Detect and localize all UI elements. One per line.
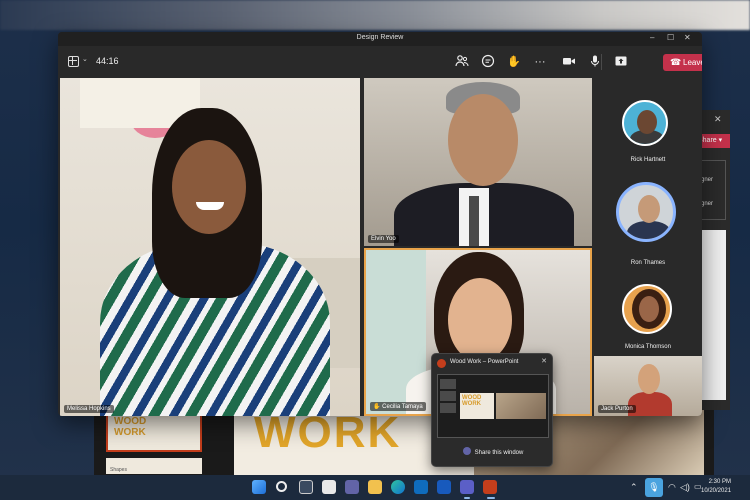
clock[interactable]: 2:30 PM 10/20/2021 <box>701 478 731 496</box>
minimize-icon[interactable]: – <box>650 33 654 42</box>
phone-icon: ☎ <box>670 57 682 67</box>
video-tile-jack[interactable]: Jack Purton <box>594 356 702 416</box>
avatar[interactable] <box>622 284 672 334</box>
window-title: Design Review <box>356 34 404 41</box>
avatar-body <box>627 221 671 239</box>
avatar[interactable] <box>622 100 668 146</box>
meeting-timer: 44:16 <box>96 56 119 66</box>
share-this-window-button[interactable]: Share this window <box>437 444 549 462</box>
taskbar-preview-popup: Wood Work – PowerPoint ✕ WOOD WORK Share… <box>431 353 553 467</box>
close-icon[interactable]: ✕ <box>541 357 547 365</box>
meeting-toolbar: ⌄ 44:16 ✋ ··· ☎ Leave <box>58 46 702 78</box>
avatar-face <box>638 195 660 223</box>
window-thumbnail[interactable]: WOOD WORK <box>437 374 549 438</box>
camera-icon[interactable] <box>561 54 577 70</box>
close-window-icon[interactable]: ✕ <box>684 33 691 42</box>
share-label: Share this window <box>474 450 524 456</box>
widgets-icon[interactable] <box>322 480 336 494</box>
grid-icon[interactable] <box>68 56 79 67</box>
edge-icon[interactable] <box>391 480 405 494</box>
thumb-slide <box>440 379 456 389</box>
participant-name: Rick Hartnett <box>630 157 666 163</box>
clock-date: 10/20/2021 <box>701 488 732 494</box>
slide-thumbnail-2[interactable]: Shapes <box>106 458 202 474</box>
teams-icon[interactable] <box>460 480 474 494</box>
task-view-icon[interactable] <box>299 480 313 494</box>
person-face <box>172 140 246 234</box>
outlook-icon[interactable] <box>414 480 428 494</box>
chat-icon[interactable] <box>480 54 496 70</box>
participant-name-badge: ✋ Cecilia Tamaya <box>370 402 426 411</box>
smile <box>196 202 224 210</box>
participant-name: Monica Thomson <box>625 344 671 350</box>
mic-icon[interactable] <box>587 54 603 70</box>
clock-time: 2:30 PM <box>708 479 732 485</box>
word-icon[interactable] <box>437 480 451 494</box>
wifi-icon[interactable]: ◠ <box>668 482 676 493</box>
raise-hand-badge-icon: ✋ <box>373 404 381 410</box>
popup-title: Wood Work – PowerPoint <box>450 359 519 365</box>
thumb-title: WOOD WORK <box>460 393 494 419</box>
participant-name: Jack Purton <box>598 405 636 413</box>
chevron-up-icon[interactable]: ⌃ <box>630 482 638 493</box>
leave-button[interactable]: ☎ Leave <box>663 54 702 71</box>
tie <box>469 196 479 246</box>
raise-hand-icon[interactable]: ✋ <box>506 54 522 70</box>
taskbar: ⌃ 🎙 ◠ ◁) ▭ 2:30 PM 10/20/2021 <box>0 475 750 500</box>
maximize-icon[interactable]: ☐ <box>667 33 674 42</box>
close-icon[interactable]: ✕ <box>714 114 722 125</box>
search-icon[interactable] <box>276 481 287 492</box>
chevron-down-icon[interactable]: ⌄ <box>82 55 88 63</box>
title-bar: Design Review – ☐ ✕ <box>58 32 702 46</box>
teams-meeting-window: Design Review – ☐ ✕ ⌄ 44:16 ✋ ··· ☎ Leav… <box>58 32 702 416</box>
participant-name: Melissa Hopkins <box>64 405 114 413</box>
person-face <box>638 364 660 394</box>
desktop-background <box>0 0 750 30</box>
participant-name: Ron Thames <box>630 260 666 266</box>
slide-thumbnail[interactable]: WOOD WORK <box>106 410 202 452</box>
volume-icon[interactable]: ◁) <box>680 482 690 493</box>
person-face <box>448 94 518 186</box>
thumb-slide <box>440 403 456 413</box>
share-tray-icon[interactable] <box>613 54 629 70</box>
people-icon[interactable] <box>454 54 470 70</box>
chat-app-icon[interactable] <box>345 480 359 494</box>
person-face <box>448 278 512 362</box>
participant-name: Elvin Yoo <box>368 235 399 243</box>
video-tile-melissa[interactable]: Melissa Hopkins <box>60 78 360 416</box>
mic-tray-icon[interactable]: 🎙 <box>645 478 663 497</box>
avatar-face <box>639 296 659 322</box>
thumb-slide <box>440 391 456 401</box>
file-explorer-icon[interactable] <box>368 480 382 494</box>
video-tile-elvin[interactable]: Elvin Yoo <box>364 78 592 246</box>
thumb-photo <box>496 393 546 419</box>
powerpoint-taskbar-icon[interactable] <box>483 480 497 494</box>
more-icon[interactable]: ··· <box>532 54 548 70</box>
powerpoint-icon <box>437 359 446 368</box>
avatar-face <box>637 110 657 134</box>
start-icon[interactable] <box>252 480 266 494</box>
slide-thumbnail-title: WOOD WORK <box>114 416 147 438</box>
leave-label: Leave <box>683 58 702 67</box>
participant-name: Cecilia Tamaya <box>382 404 423 410</box>
active-indicator <box>487 497 495 499</box>
active-indicator <box>464 497 470 499</box>
slide-thumbnail-label: Shapes <box>110 467 127 473</box>
teams-share-icon <box>462 447 471 455</box>
avatar-speaking[interactable] <box>616 182 676 242</box>
